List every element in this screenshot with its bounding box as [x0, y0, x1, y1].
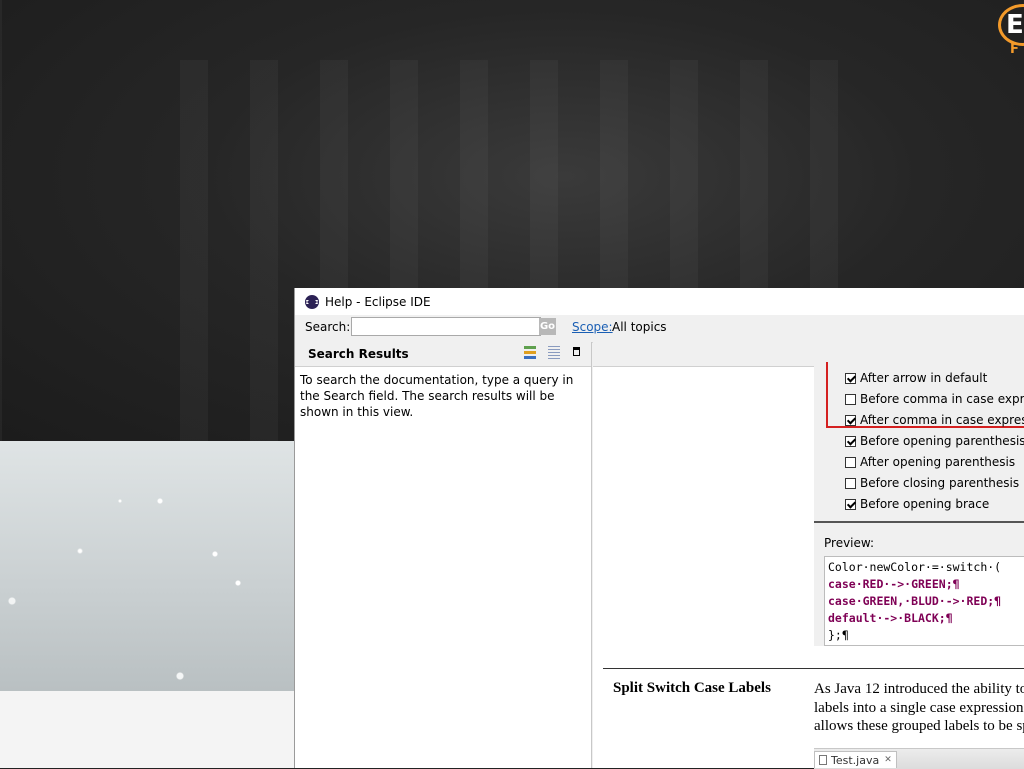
option-label: Before opening parenthesis	[860, 434, 1024, 448]
option-label: Before closing parenthesis	[860, 476, 1020, 490]
option-before-comma-in-case-expression[interactable]: Before comma in case expression	[845, 389, 1024, 409]
code-line: default·->·BLACK;¶	[828, 610, 1024, 627]
search-bar: Search: Go Scope: All topics	[295, 315, 1024, 343]
code-text: Color·newColor·=·switch·(	[828, 560, 1002, 574]
logo-letter: E	[1006, 10, 1024, 40]
preview-code: Color·newColor·=·switch·( case·RED·->·GRE…	[824, 556, 1024, 646]
code-text: case·GREEN,·BLUD·->·RED;¶	[828, 594, 1002, 608]
option-before-opening-parenthesis[interactable]: Before opening parenthesis	[845, 431, 1024, 451]
panel-divider	[814, 521, 1024, 523]
search-input[interactable]	[351, 317, 541, 336]
editor-tab-strip: Test.java ✕	[814, 748, 1024, 769]
checkbox[interactable]	[845, 456, 856, 468]
option-label: After opening parenthesis	[860, 455, 1016, 469]
window-title: Help - Eclipse IDE	[325, 294, 431, 309]
body-line: As Java 12 introduced the ability to gro…	[814, 681, 1024, 697]
code-text: case·RED·->·GREEN;¶	[828, 577, 960, 591]
option-label: Before comma in case expression	[860, 392, 1024, 406]
background-snow-image	[0, 441, 294, 691]
show-categories-icon[interactable]	[524, 346, 536, 359]
option-after-comma-in-case-expression[interactable]: After comma in case expression	[845, 410, 1024, 430]
logo-subtext: F	[1010, 42, 1019, 57]
checkbox[interactable]	[845, 435, 856, 447]
eclipse-icon	[305, 294, 319, 309]
option-label: Before opening brace	[860, 497, 990, 511]
go-button[interactable]: Go	[539, 318, 556, 335]
option-after-arrow-in-default[interactable]: After arrow in default	[845, 368, 987, 388]
title-bar[interactable]: Help - Eclipse IDE	[295, 288, 1024, 315]
help-window: Help - Eclipse IDE Search: Go Scope: All…	[294, 288, 1024, 769]
checkbox[interactable]	[845, 477, 856, 489]
checkbox[interactable]	[845, 372, 856, 384]
code-text: default·->·BLACK;¶	[828, 611, 953, 625]
body-line: allows these grouped labels to be split	[814, 718, 1024, 734]
search-label: Search:	[305, 320, 351, 334]
eclipse-brand-logo: E F	[996, 2, 1024, 62]
checkbox[interactable]	[845, 498, 856, 510]
search-results-view: Search Results To search the documentati…	[295, 342, 592, 768]
formatter-preferences-screenshot: After arrow in default Before comma in c…	[814, 362, 1024, 646]
preview-label: Preview:	[824, 536, 875, 550]
help-content-view: After arrow in default Before comma in c…	[593, 342, 1024, 769]
section-body: As Java 12 introduced the ability to gro…	[814, 680, 1024, 736]
background-panel	[0, 691, 294, 768]
body-line: labels into a single case expression, a …	[814, 699, 1024, 716]
option-label: After comma in case expression	[860, 413, 1024, 427]
editor-tab-label: Test.java	[831, 753, 880, 767]
show-description-icon[interactable]	[548, 346, 560, 359]
search-results-header: Search Results	[295, 342, 591, 367]
option-label: After arrow in default	[860, 371, 988, 385]
search-hint-text: To search the documentation, type a quer…	[300, 373, 574, 419]
code-line: Color·newColor·=·switch·(	[828, 559, 1024, 576]
scope-link[interactable]: Scope:	[572, 320, 613, 334]
section-title: Split Switch Case Labels	[613, 680, 771, 696]
java-file-icon	[819, 755, 827, 765]
option-after-opening-parenthesis[interactable]: After opening parenthesis	[845, 452, 1015, 472]
minimize-icon[interactable]	[573, 347, 580, 356]
code-text: };¶	[828, 628, 849, 642]
scope-value: All topics	[612, 320, 667, 334]
option-before-opening-brace[interactable]: Before opening brace	[845, 494, 989, 514]
checkbox[interactable]	[845, 393, 856, 405]
code-line: case·GREEN,·BLUD·->·RED;¶	[828, 593, 1024, 610]
code-line: };¶	[828, 627, 1024, 644]
checkbox[interactable]	[845, 414, 856, 426]
section-divider	[603, 668, 1024, 669]
option-before-closing-parenthesis[interactable]: Before closing parenthesis	[845, 473, 1019, 493]
search-results-title: Search Results	[308, 347, 409, 361]
editor-tab[interactable]: Test.java ✕	[814, 751, 897, 768]
code-line: case·RED·->·GREEN;¶	[828, 576, 1024, 593]
close-icon[interactable]: ✕	[884, 755, 892, 765]
